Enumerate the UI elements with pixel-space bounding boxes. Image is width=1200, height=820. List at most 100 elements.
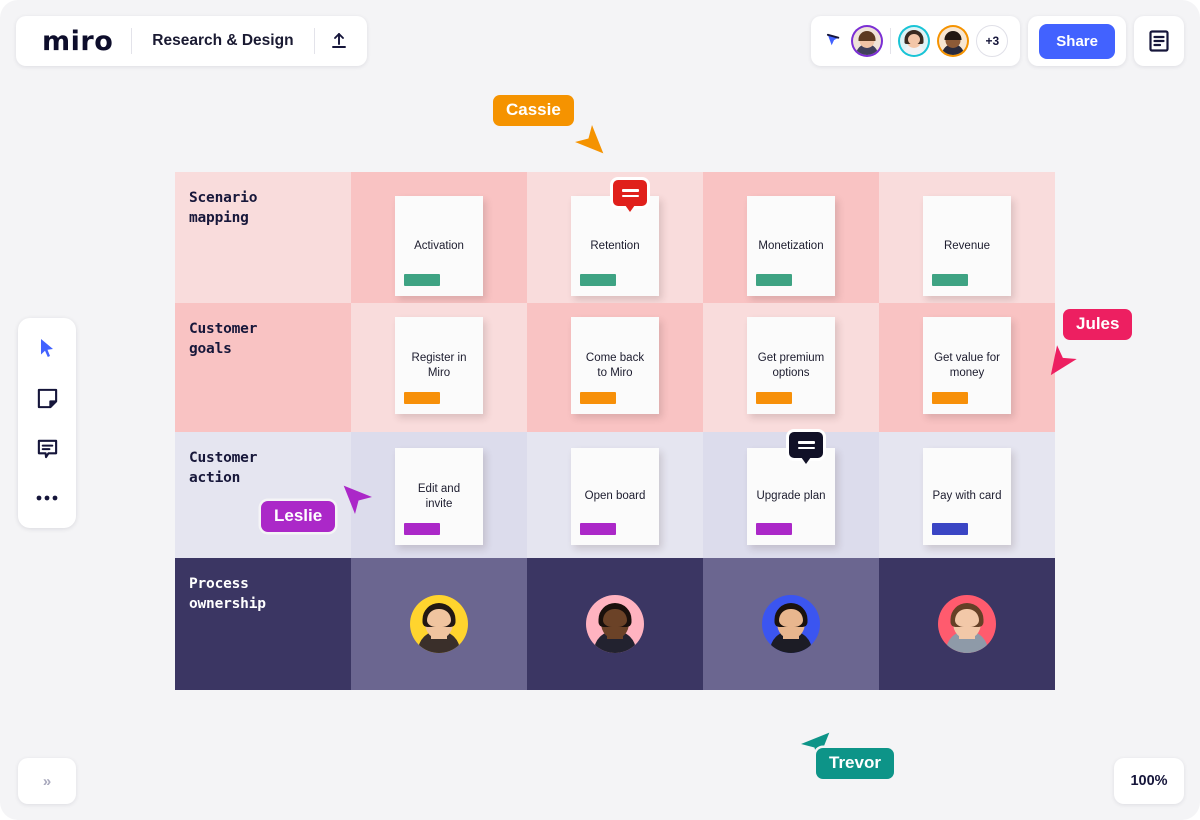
card-tag[interactable] — [756, 523, 792, 535]
share-button-wrap: Share — [1028, 16, 1126, 66]
sticky-note-tool[interactable] — [27, 378, 67, 418]
board-cell: Upgrade plan — [703, 432, 879, 558]
board-title[interactable]: Research & Design — [132, 32, 313, 50]
card-tag[interactable] — [932, 523, 968, 535]
row-label-cell: Process ownership — [175, 558, 351, 690]
cursor-arrow-icon — [1050, 345, 1077, 376]
cursor-icon — [41, 339, 53, 357]
card-label: Get premium options — [757, 351, 825, 379]
sticky-card[interactable]: Get premium options — [747, 317, 835, 414]
card-tag[interactable] — [580, 274, 616, 286]
owner-avatar-1[interactable] — [410, 595, 468, 653]
collab-avatar-2[interactable] — [898, 25, 931, 57]
card-tag[interactable] — [404, 274, 440, 286]
card-label: Open board — [584, 490, 646, 502]
sticky-card[interactable]: Come back to Miro — [571, 317, 659, 414]
select-tool[interactable] — [27, 328, 67, 368]
card-comment-badge[interactable] — [613, 180, 647, 212]
collab-divider — [890, 28, 892, 54]
cursor-leslie-label: Leslie — [261, 501, 336, 532]
board-cell: Get value for money — [879, 303, 1055, 432]
card-label: Edit and invite — [417, 482, 461, 510]
board-cell: Revenue — [879, 172, 1055, 303]
more-tools[interactable] — [27, 478, 67, 518]
card-tag[interactable] — [756, 274, 792, 286]
card-label: Come back to Miro — [585, 351, 645, 379]
card-comment-badge[interactable] — [789, 432, 823, 464]
cursor-cassie-pointer — [570, 120, 614, 169]
collab-avatar-1[interactable] — [851, 25, 884, 57]
card-tag[interactable] — [580, 523, 616, 535]
owner-avatar-4[interactable] — [938, 595, 996, 653]
board-header-bar: miro Research & Design — [16, 16, 367, 66]
card-label: Register in Miro — [411, 351, 467, 379]
board-cell: Monetization — [703, 172, 879, 303]
sticky-note-icon — [37, 388, 57, 408]
owner-avatar-3[interactable] — [762, 595, 820, 653]
board-cell: Register in Miro — [351, 303, 527, 432]
avatar-forehead — [955, 608, 979, 627]
sticky-card[interactable]: Pay with card — [923, 448, 1011, 545]
sticky-card[interactable]: Activation — [395, 196, 483, 296]
upload-button[interactable] — [315, 19, 363, 63]
card-label: Revenue — [943, 239, 991, 252]
comment-tool[interactable] — [27, 428, 67, 468]
cursor-arrow-icon — [575, 125, 604, 154]
board-cell: Come back to Miro — [527, 303, 703, 432]
board-cell: Open board — [527, 432, 703, 558]
miro-logo[interactable]: miro — [20, 28, 131, 55]
more-collaborators-badge[interactable]: +3 — [976, 25, 1009, 57]
collab-avatar-3[interactable] — [937, 25, 970, 57]
row-label: Customer goals — [189, 321, 258, 357]
cursor-cassie-label: Cassie — [493, 95, 574, 126]
card-label: Get value for money — [934, 351, 1000, 379]
comment-icon — [37, 439, 57, 458]
card-tag[interactable] — [404, 392, 440, 404]
board-cell: Edit and invite — [351, 432, 527, 558]
sticky-card[interactable]: Revenue — [923, 196, 1011, 296]
cursor-arrow-icon — [343, 485, 372, 514]
card-label: Monetization — [758, 239, 824, 252]
row-label-cell: Customer goals — [175, 303, 351, 432]
ellipsis-icon — [36, 495, 58, 501]
owner-avatar-2[interactable] — [586, 595, 644, 653]
cursor-trevor-label: Trevor — [816, 748, 894, 779]
sticky-card[interactable]: Get value for money — [923, 317, 1011, 414]
board-actions-bar: +3 Share — [811, 16, 1184, 66]
card-tag[interactable] — [756, 392, 792, 404]
card-tag[interactable] — [580, 392, 616, 404]
board-cell — [703, 558, 879, 690]
follow-cursor-icon[interactable] — [825, 32, 844, 51]
miro-board-app: miro Research & Design +3 Share Scenario… — [0, 0, 1200, 820]
card-label: Retention — [590, 239, 640, 252]
sticky-card[interactable]: Open board — [571, 448, 659, 545]
board-cell: Pay with card — [879, 432, 1055, 558]
row-label-cell: Scenario mapping — [175, 172, 351, 303]
left-toolbar — [18, 318, 76, 528]
board-cell — [879, 558, 1055, 690]
notes-panel-button[interactable] — [1134, 16, 1184, 66]
avatar-forehead — [603, 608, 627, 627]
card-tag[interactable] — [932, 274, 968, 286]
card-label: Pay with card — [932, 490, 1002, 502]
expand-panel-button[interactable]: » — [18, 758, 76, 804]
cursor-jules-label: Jules — [1063, 309, 1133, 340]
card-tag[interactable] — [404, 523, 440, 535]
sticky-card[interactable]: Retention — [571, 196, 659, 296]
sticky-card[interactable]: Upgrade plan — [747, 448, 835, 545]
share-button[interactable]: Share — [1039, 23, 1115, 59]
zoom-level-button[interactable]: 100% — [1114, 758, 1184, 804]
upload-icon — [331, 33, 346, 48]
avatar-forehead — [427, 608, 451, 627]
card-tag[interactable] — [932, 392, 968, 404]
board-cell: Retention — [527, 172, 703, 303]
sticky-card[interactable]: Monetization — [747, 196, 835, 296]
avatar-forehead — [779, 608, 803, 627]
sticky-card[interactable]: Register in Miro — [395, 317, 483, 414]
collaborators-group: +3 — [811, 16, 1021, 66]
cursor-jules-pointer — [1038, 340, 1082, 389]
board-cell: Get premium options — [703, 303, 879, 432]
row-label-cell: Customer action — [175, 432, 351, 558]
sticky-card[interactable]: Edit and invite — [395, 448, 483, 545]
board-cell — [527, 558, 703, 690]
